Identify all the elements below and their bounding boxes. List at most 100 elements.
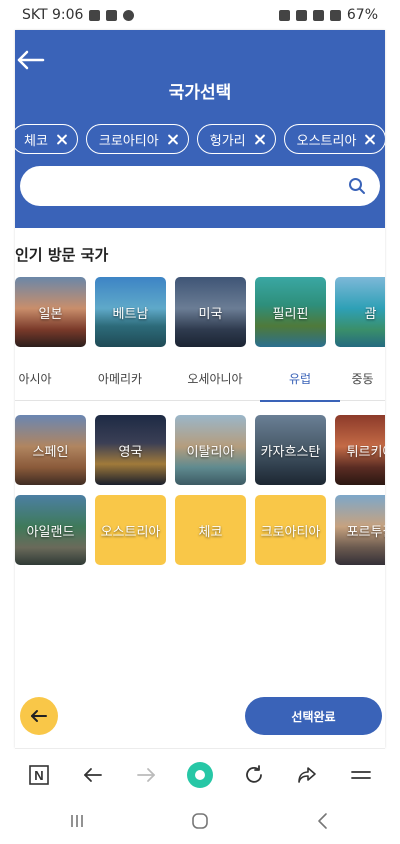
country-tile-ireland[interactable]: 아일랜드 bbox=[15, 495, 86, 565]
tab-middle-east[interactable]: 중동 bbox=[340, 355, 385, 401]
popular-section-title: 인기 방문 국가 bbox=[15, 246, 109, 264]
close-icon[interactable] bbox=[364, 134, 375, 145]
tile-label: 미국 bbox=[198, 306, 223, 322]
popular-countries-row: 일본 베트남 미국 필리핀 괌 bbox=[15, 277, 385, 347]
popular-tile-japan[interactable]: 일본 bbox=[15, 277, 86, 347]
forward-icon bbox=[137, 767, 156, 782]
battery-level: 67% bbox=[346, 7, 378, 23]
tile-label: 크로아티아 bbox=[260, 524, 321, 540]
system-nav-bar bbox=[15, 800, 385, 842]
arrow-left-icon bbox=[31, 710, 47, 722]
page-title: 국가선택 bbox=[168, 83, 232, 103]
region-tabs: 아시아 아메리카 오세아니아 유럽 중동 bbox=[15, 355, 385, 402]
tile-label: 카자흐스탄 bbox=[260, 444, 321, 460]
chip-label: 헝가리 bbox=[209, 133, 246, 149]
alarm-icon bbox=[278, 9, 290, 21]
country-tile-austria[interactable]: 오스트리아 bbox=[95, 495, 166, 565]
chip-croatia[interactable]: 크로아티아 bbox=[85, 124, 189, 154]
close-icon[interactable] bbox=[167, 134, 178, 145]
chip-czech[interactable]: 체코 bbox=[15, 124, 78, 154]
tile-label: 아일랜드 bbox=[26, 524, 75, 540]
tile-label: 체코 bbox=[198, 524, 223, 540]
svg-text:N: N bbox=[34, 768, 43, 783]
browser-back-button[interactable] bbox=[75, 757, 111, 793]
tile-label: 필리핀 bbox=[272, 306, 309, 322]
tile-label: 스페인 bbox=[32, 444, 69, 460]
system-home-button[interactable] bbox=[182, 803, 218, 839]
close-icon[interactable] bbox=[56, 134, 67, 145]
country-tile-czech[interactable]: 체코 bbox=[175, 495, 246, 565]
chip-label: 오스트리아 bbox=[296, 133, 357, 149]
recent-apps-icon bbox=[70, 815, 83, 827]
share-icon bbox=[298, 766, 317, 783]
status-left: SKT 9:06 bbox=[22, 7, 135, 23]
carrier-time: SKT 9:06 bbox=[22, 7, 84, 23]
tile-label: 오스트리아 bbox=[100, 524, 161, 540]
popular-tile-guam[interactable]: 괌 bbox=[335, 277, 385, 347]
refresh-icon bbox=[245, 764, 262, 783]
tab-america[interactable]: 아메리카 bbox=[55, 355, 185, 401]
close-icon[interactable] bbox=[254, 134, 265, 145]
tab-oceania[interactable]: 오세아니아 bbox=[185, 355, 245, 401]
n-logo-button[interactable]: N bbox=[21, 757, 57, 793]
back-arrow-button[interactable] bbox=[15, 44, 55, 76]
browser-home-button[interactable] bbox=[182, 757, 218, 793]
tab-asia[interactable]: 아시아 bbox=[15, 355, 55, 401]
tab-label: 유럽 bbox=[288, 371, 312, 386]
arrow-left-icon bbox=[17, 50, 45, 70]
status-bar: SKT 9:06 67% bbox=[0, 0, 400, 30]
browser-refresh-button[interactable] bbox=[236, 757, 272, 793]
browser-forward-button[interactable] bbox=[128, 757, 164, 793]
app-notification-icon bbox=[106, 9, 118, 21]
tile-label: 이탈리아 bbox=[186, 444, 235, 460]
status-right: 67% bbox=[278, 7, 378, 23]
chip-label: 체코 bbox=[24, 133, 48, 149]
done-button[interactable]: 선택완료 bbox=[245, 697, 382, 735]
country-tile-uk[interactable]: 영국 bbox=[95, 415, 166, 485]
menu-icon bbox=[351, 770, 371, 779]
n-logo-icon: N bbox=[29, 764, 49, 785]
home-icon bbox=[192, 813, 208, 829]
tile-label: 영국 bbox=[118, 444, 143, 460]
country-tile-turkiye[interactable]: 튀르키예 bbox=[335, 415, 385, 485]
country-tile-spain[interactable]: 스페인 bbox=[15, 415, 86, 485]
search-input[interactable] bbox=[36, 166, 336, 206]
tab-label: 오세아니아 bbox=[187, 371, 243, 386]
browser-share-button[interactable] bbox=[289, 757, 325, 793]
country-grid: 스페인 영국 이탈리아 카자흐스탄 튀르키예 아일랜드 오스트리아 체코 크로아… bbox=[15, 415, 385, 575]
browser-menu-button[interactable] bbox=[343, 757, 379, 793]
tile-label: 튀르키예 bbox=[346, 444, 385, 460]
wifi-icon bbox=[312, 9, 324, 21]
chip-label: 크로아티아 bbox=[98, 133, 159, 149]
chip-hungary[interactable]: 헝가리 bbox=[196, 124, 276, 154]
bluetooth-icon bbox=[295, 9, 307, 21]
system-back-button[interactable] bbox=[305, 803, 341, 839]
back-icon bbox=[318, 813, 328, 829]
tab-label: 아메리카 bbox=[97, 371, 143, 386]
app-screen: 국가선택 체코 크로아티아 헝가리 오스트리아 인기 방문 국가 일본 베트남 … bbox=[15, 30, 385, 748]
home-circle-icon bbox=[186, 761, 213, 788]
search-icon[interactable] bbox=[348, 177, 366, 195]
recent-apps-button[interactable] bbox=[59, 803, 95, 839]
popular-tile-philippines[interactable]: 필리핀 bbox=[255, 277, 326, 347]
tab-label: 중동 bbox=[351, 371, 374, 386]
signal-icon bbox=[329, 9, 341, 21]
country-tile-portugal[interactable]: 포르투갈 bbox=[335, 495, 385, 565]
tile-label: 포르투갈 bbox=[346, 524, 385, 540]
popular-tile-usa[interactable]: 미국 bbox=[175, 277, 246, 347]
browser-toolbar: N bbox=[15, 748, 385, 800]
tab-europe[interactable]: 유럽 bbox=[260, 355, 340, 402]
back-fab-button[interactable] bbox=[20, 697, 58, 735]
gallery-notification-icon bbox=[89, 9, 101, 21]
back-icon bbox=[83, 767, 102, 782]
search-box bbox=[20, 166, 380, 206]
tile-label: 괌 bbox=[364, 306, 377, 322]
country-tile-croatia[interactable]: 크로아티아 bbox=[255, 495, 326, 565]
country-tile-italy[interactable]: 이탈리아 bbox=[175, 415, 246, 485]
popular-tile-vietnam[interactable]: 베트남 bbox=[95, 277, 166, 347]
country-tile-kazakhstan[interactable]: 카자흐스탄 bbox=[255, 415, 326, 485]
selected-country-chips: 체코 크로아티아 헝가리 오스트리아 bbox=[15, 124, 385, 158]
chip-austria[interactable]: 오스트리아 bbox=[283, 124, 385, 154]
header: 국가선택 체코 크로아티아 헝가리 오스트리아 bbox=[15, 30, 385, 228]
tile-label: 일본 bbox=[38, 306, 63, 322]
